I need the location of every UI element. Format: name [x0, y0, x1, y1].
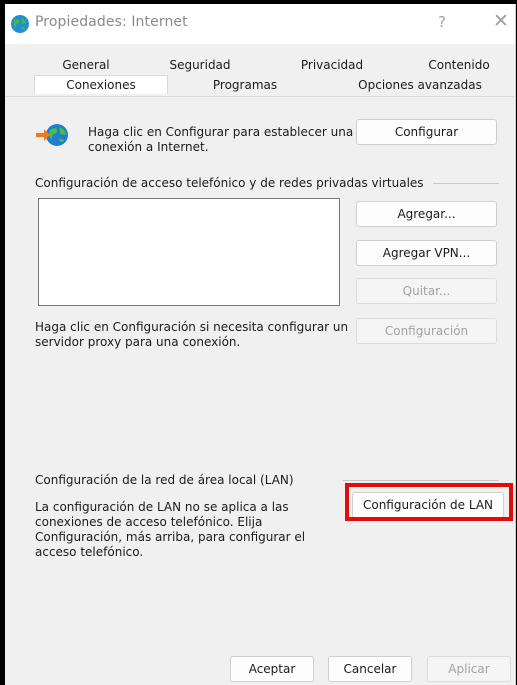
setup-text-line1: Haga clic en Configurar para establecer … — [88, 125, 354, 139]
aplicar-button[interactable]: Aplicar — [427, 656, 511, 682]
proxy-text-line1: Haga clic en Configuración si necesita c… — [35, 320, 349, 334]
internet-globe-icon — [10, 14, 30, 34]
connections-listbox[interactable] — [38, 198, 340, 306]
tab-programas[interactable]: Programas — [205, 77, 285, 93]
tab-contenido[interactable]: Contenido — [419, 57, 499, 73]
agregar-vpn-button[interactable]: Agregar VPN... — [356, 240, 497, 266]
window-title: Propiedades: Internet — [35, 14, 188, 30]
setup-text-line2: conexión a Internet. — [88, 140, 209, 154]
tab-privacidad[interactable]: Privacidad — [292, 57, 372, 73]
lan-text-line1: La configuración de LAN no se aplica a l… — [35, 500, 289, 514]
highlight-box — [345, 483, 513, 521]
proxy-text-line2: servidor proxy para una conexión. — [35, 335, 241, 349]
lan-section-title: Configuración de la red de área local (L… — [35, 473, 294, 487]
internet-properties-dialog: Propiedades: Internet ? ✕ General Seguri… — [5, 4, 516, 685]
tab-seguridad[interactable]: Seguridad — [160, 57, 240, 73]
aceptar-button[interactable]: Aceptar — [230, 656, 314, 682]
configuracion-button[interactable]: Configuración — [356, 318, 497, 344]
lan-text-line2: conexiones de acceso telefónico. Elija — [35, 515, 263, 529]
connection-wizard-icon — [35, 122, 71, 148]
lan-text-line4: acceso telefónico. — [35, 545, 144, 559]
quitar-button[interactable]: Quitar... — [356, 278, 497, 304]
cancelar-button[interactable]: Cancelar — [328, 656, 412, 682]
title-bar: Propiedades: Internet ? ✕ — [5, 4, 515, 44]
section-divider — [433, 183, 499, 184]
configurar-button[interactable]: Configurar — [356, 119, 497, 145]
agregar-button[interactable]: Agregar... — [356, 201, 497, 227]
close-button[interactable]: ✕ — [491, 10, 511, 34]
dialup-section-title: Configuración de acceso telefónico y de … — [35, 176, 424, 190]
tab-opciones-avanzadas[interactable]: Opciones avanzadas — [355, 77, 485, 93]
tab-divider — [5, 96, 515, 97]
tab-general[interactable]: General — [51, 57, 121, 73]
lan-text-line3: Configuración, más arriba, para configur… — [35, 530, 306, 544]
section-divider — [343, 480, 499, 481]
help-button[interactable]: ? — [432, 13, 452, 33]
tab-conexiones[interactable]: Conexiones — [34, 75, 168, 94]
